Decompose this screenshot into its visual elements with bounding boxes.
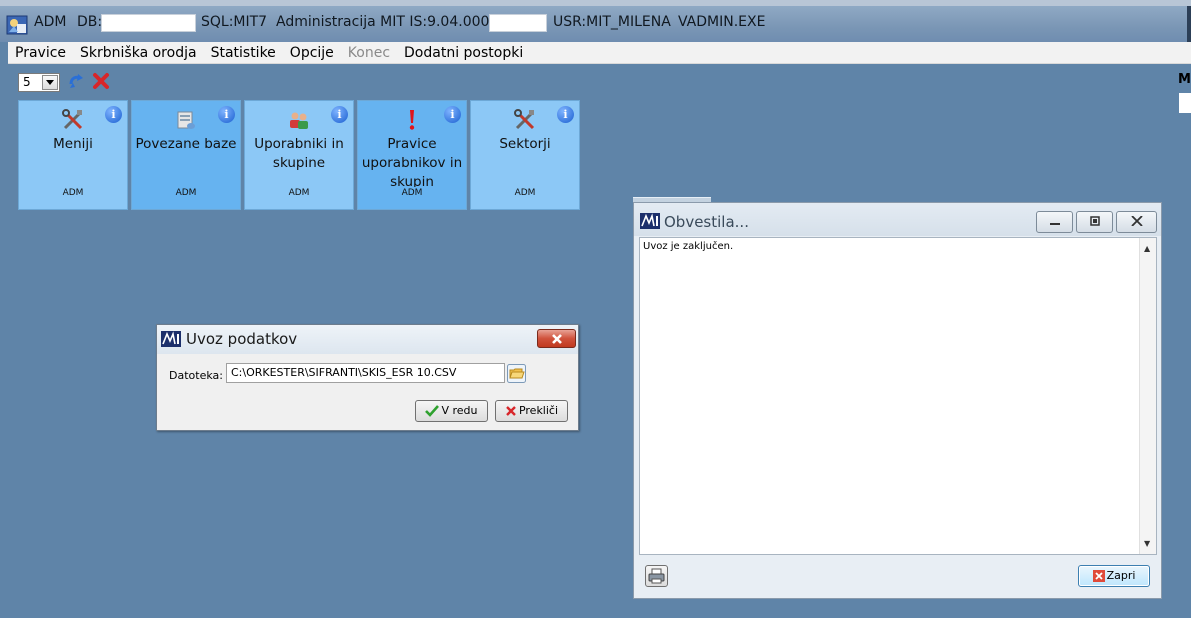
- database-icon: [177, 111, 195, 129]
- menu-skrbniska-orodja[interactable]: Skrbniška orodja: [73, 42, 204, 64]
- scroll-up-icon[interactable]: ▲: [1144, 244, 1150, 253]
- tile-uporabniki-in-skupine[interactable]: i Uporabniki in skupine ADM: [244, 100, 354, 210]
- red-x-icon[interactable]: [92, 72, 110, 90]
- print-button[interactable]: [645, 565, 668, 587]
- tile-sub: ADM: [175, 188, 197, 198]
- tile-label: Meniji: [53, 136, 93, 152]
- window-titlebar[interactable]: ADM DB: SQL:MIT7 Administracija MIT IS:9…: [0, 0, 1191, 42]
- right-edge-label: M: [1178, 72, 1191, 87]
- app-icon: [6, 15, 28, 35]
- red-x-icon: [506, 406, 516, 416]
- cancel-button-label: Prekliči: [518, 404, 559, 417]
- red-x-icon: [1092, 570, 1105, 582]
- tile-label: Uporabniki in skupine: [254, 136, 344, 171]
- maximize-icon[interactable]: [1076, 211, 1113, 233]
- close-icon[interactable]: [1116, 211, 1157, 233]
- info-icon[interactable]: i: [557, 106, 574, 123]
- obvestila-dialog-titlebar[interactable]: Obvestila...: [634, 203, 1161, 236]
- uvoz-dialog: Uvoz podatkov Datoteka: C:\ORKESTER\SIFR…: [156, 324, 579, 431]
- tile-povezane-baze[interactable]: i Povezane baze ADM: [131, 100, 241, 210]
- tile-label: Sektorji: [499, 136, 551, 152]
- tools-icon: [62, 109, 83, 130]
- minimize-icon[interactable]: [1036, 211, 1073, 233]
- file-label: Datoteka:: [169, 369, 223, 382]
- info-icon[interactable]: i: [444, 106, 461, 123]
- ok-button[interactable]: V redu: [415, 400, 488, 422]
- obvestila-dialog-title: Obvestila...: [664, 213, 749, 231]
- tile-pravice-uporabnikov[interactable]: i Pravice uporabnikov in skupin ADM: [357, 100, 467, 210]
- mit-logo-icon: [161, 331, 181, 347]
- info-icon[interactable]: i: [218, 106, 235, 123]
- title-db-label: DB:: [77, 14, 103, 30]
- right-edge-field[interactable]: [1179, 93, 1191, 113]
- level-select-value: 5: [23, 75, 31, 89]
- menu-statistike[interactable]: Statistike: [204, 42, 283, 64]
- titlebar-edge: [1187, 6, 1191, 42]
- tile-sektorji[interactable]: i Sektorji ADM: [470, 100, 580, 210]
- menu-konec[interactable]: Konec: [341, 42, 397, 64]
- zapri-button-label: Zapri: [1106, 569, 1136, 582]
- zapri-button[interactable]: Zapri: [1078, 565, 1150, 587]
- info-icon[interactable]: i: [105, 106, 122, 123]
- title-exe: VADMIN.EXE: [678, 14, 766, 30]
- ok-button-label: V redu: [441, 404, 478, 417]
- message-text: Uvoz je zaključen.: [643, 241, 734, 252]
- tools-icon: [514, 109, 535, 130]
- tile-meniji[interactable]: i Meniji ADM: [18, 100, 128, 210]
- file-path-input[interactable]: C:\ORKESTER\SIFRANTI\SKIS_ESR 10.CSV: [226, 363, 505, 383]
- level-select[interactable]: 5: [18, 73, 60, 92]
- tile-label: Povezane baze: [135, 136, 237, 152]
- info-icon[interactable]: i: [331, 106, 348, 123]
- title-user: USR:MIT_MILENA: [553, 14, 671, 30]
- refresh-icon[interactable]: [67, 72, 85, 90]
- menu-opcije[interactable]: Opcije: [283, 42, 341, 64]
- title-db-redacted: [101, 14, 196, 32]
- uvoz-dialog-titlebar[interactable]: Uvoz podatkov: [157, 325, 578, 354]
- cancel-button[interactable]: Prekliči: [495, 400, 568, 422]
- obvestila-dialog: Obvestila... Uvoz je zaključen. ▲ ▼ Zapr…: [633, 202, 1162, 599]
- tile-sub: ADM: [62, 188, 84, 198]
- exclamation-icon: [409, 110, 415, 130]
- title-sql: SQL:MIT7: [201, 14, 268, 30]
- title-product: Administracija MIT IS:9.04.0000: [276, 14, 499, 30]
- message-area[interactable]: Uvoz je zaključen. ▲ ▼: [639, 237, 1157, 555]
- menu-bar: Pravice Skrbniška orodja Statistike Opci…: [8, 42, 1191, 64]
- tile-label: Pravice uporabnikov in skupin: [361, 136, 463, 187]
- uvoz-dialog-title: Uvoz podatkov: [186, 330, 298, 348]
- close-icon[interactable]: [537, 329, 576, 348]
- menu-pravice[interactable]: Pravice: [8, 42, 73, 64]
- mit-logo-icon: [640, 213, 660, 229]
- title-app: ADM: [34, 14, 67, 30]
- printer-icon: [648, 568, 665, 584]
- scroll-down-icon[interactable]: ▼: [1144, 539, 1150, 548]
- tile-sub: ADM: [288, 188, 310, 198]
- check-icon: [425, 405, 440, 417]
- title-redacted: [489, 14, 547, 32]
- chevron-down-icon[interactable]: [42, 75, 58, 90]
- users-icon: [290, 112, 308, 129]
- tile-sub: ADM: [514, 188, 536, 198]
- vertical-scrollbar[interactable]: ▲ ▼: [1139, 238, 1156, 554]
- tile-sub: ADM: [401, 188, 423, 198]
- folder-open-icon[interactable]: [507, 364, 526, 383]
- menu-dodatni-postopki[interactable]: Dodatni postopki: [397, 42, 530, 64]
